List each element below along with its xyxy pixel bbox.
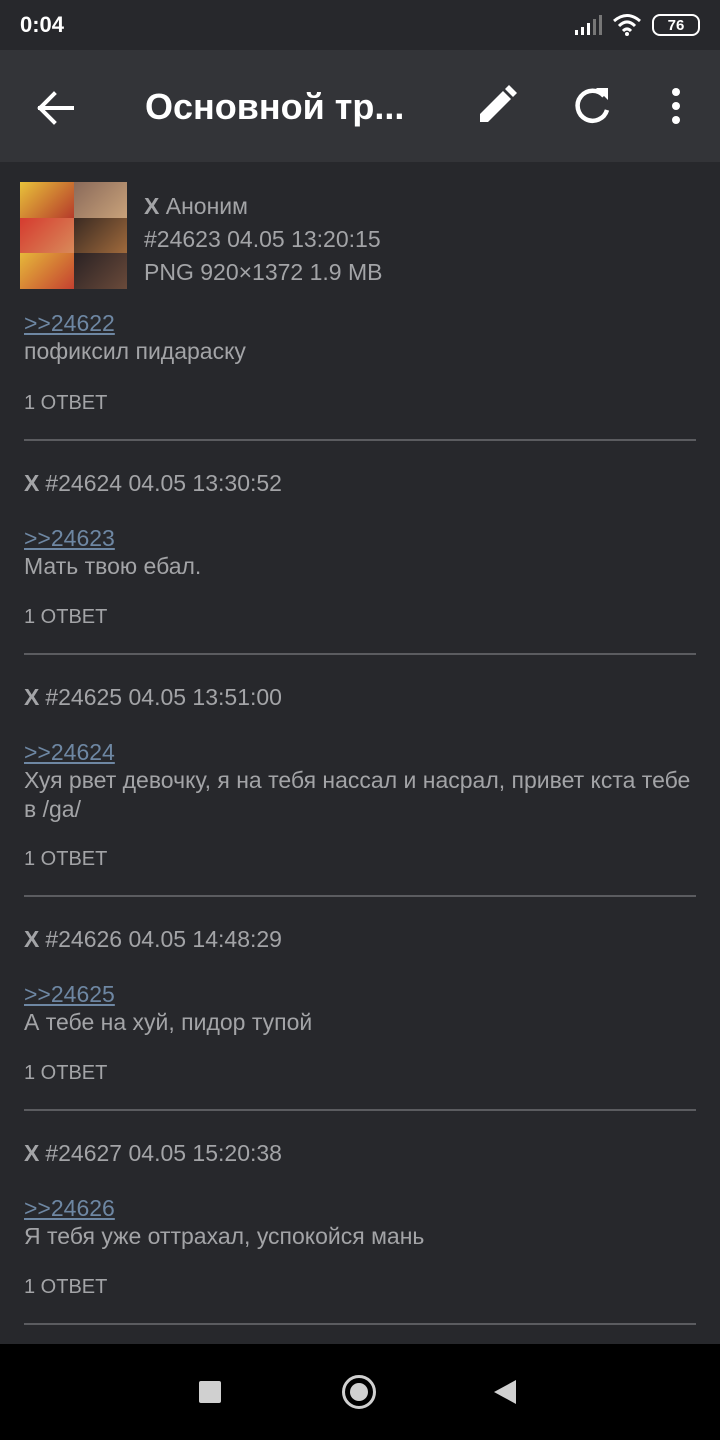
post-number[interactable]: #24626 [45,926,122,952]
file-info: PNG 920×1372 1.9 MB [144,259,383,285]
author-mark: X [24,470,40,496]
recents-icon[interactable] [199,1381,221,1403]
reply-link[interactable]: >>24624 [24,739,115,766]
wifi-icon [613,14,641,36]
post-header: X #24626 04.05 14:48:29 [24,926,282,953]
post-24624: X #24624 04.05 13:30:52 >>24623 Мать твою… [0,441,720,655]
post-24625: X #24625 04.05 13:51:00 >>24624 Хуя рвет … [0,655,720,897]
post-datetime: 04.05 13:20:15 [227,226,381,252]
post-text: пофиксил пидараску [24,338,246,364]
post-24626: X #24626 04.05 14:48:29 >>24625 А тебе на… [0,897,720,1111]
author-mark: X [24,1140,40,1166]
system-nav-bar [0,1344,720,1440]
post-text: Я тебя уже оттрахал, успокойся мань [24,1223,425,1249]
home-icon[interactable] [342,1375,376,1409]
author-name: Аноним [165,193,248,219]
post-datetime: 04.05 13:51:00 [128,684,282,710]
replies-count[interactable]: 1 ОТВЕТ [24,606,107,629]
post-text: А тебе на хуй, пидор тупой [24,1009,313,1035]
post-image-thumbnail[interactable] [20,182,127,289]
refresh-icon[interactable] [570,84,614,128]
divider [24,1323,696,1325]
replies-count[interactable]: 1 ОТВЕТ [24,1276,107,1299]
thread-feed[interactable]: X Аноним #24623 04.05 13:20:15 PNG 920×1… [0,162,720,1344]
back-triangle-icon[interactable] [494,1380,516,1404]
more-vert-icon[interactable] [658,84,694,128]
post-datetime: 04.05 14:48:29 [128,926,282,952]
post-header: X #24627 04.05 15:20:38 [24,1140,282,1167]
post-number[interactable]: #24627 [45,1140,122,1166]
battery-icon: 76 [652,14,700,36]
post-number[interactable]: #24624 [45,470,122,496]
author-mark: X [24,684,40,710]
app-bar: Основной тр... [0,50,720,162]
post-header: X #24624 04.05 13:30:52 [24,470,282,497]
replies-count[interactable]: 1 ОТВЕТ [24,392,107,415]
post-datetime: 04.05 13:30:52 [128,470,282,496]
replies-count[interactable]: 1 ОТВЕТ [24,1062,107,1085]
post-datetime: 04.05 15:20:38 [128,1140,282,1166]
post-24623: X Аноним #24623 04.05 13:20:15 PNG 920×1… [0,162,720,441]
post-meta: X Аноним #24623 04.05 13:20:15 PNG 920×1… [144,190,382,289]
post-header: X #24625 04.05 13:51:00 [24,684,282,711]
post-text: Хуя рвет девочку, я на тебя нассал и нас… [24,767,691,822]
post-number[interactable]: #24625 [45,684,122,710]
author-mark: X [144,193,160,219]
back-arrow-icon[interactable] [34,86,78,130]
page-title: Основной тр... [145,86,405,127]
status-bar: 0:04 76 [0,0,720,50]
reply-link[interactable]: >>24622 [24,310,115,337]
status-icons: 76 [574,12,700,38]
signal-icon [575,15,602,35]
author-mark: X [24,926,40,952]
reply-link[interactable]: >>24626 [24,1195,115,1222]
status-time: 0:04 [20,12,65,37]
pencil-icon[interactable] [474,84,518,128]
post-24627: X #24627 04.05 15:20:38 >>24626 Я тебя уж… [0,1111,720,1325]
reply-link[interactable]: >>24623 [24,525,115,552]
post-text: Мать твою ебал. [24,553,202,579]
battery-level: 76 [667,16,685,34]
reply-link[interactable]: >>24625 [24,981,115,1008]
replies-count[interactable]: 1 ОТВЕТ [24,848,107,871]
post-number[interactable]: #24623 [144,226,221,252]
